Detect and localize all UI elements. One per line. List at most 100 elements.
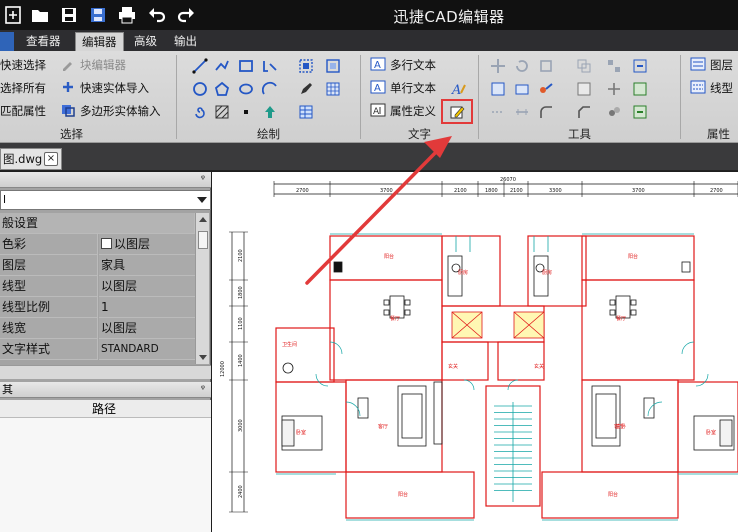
polygon-icon[interactable] (214, 81, 230, 97)
property-row-lineweight[interactable]: 线宽 以图层 (0, 318, 195, 339)
property-value[interactable]: 以图层 (99, 276, 195, 297)
ellipse-icon[interactable] (238, 81, 254, 97)
document-tab[interactable]: 图.dwg × (0, 148, 62, 170)
path-panel: 路径 (0, 400, 211, 532)
block-editor-button[interactable]: 块编辑器 (60, 56, 126, 74)
property-value[interactable]: 以图层 (99, 318, 195, 339)
property-vertical-scrollbar[interactable] (195, 213, 209, 364)
property-row-linetype-scale[interactable]: 线型比例 1 (0, 297, 195, 318)
room-label: 卫生间 (282, 341, 297, 348)
group-separator (360, 55, 361, 139)
polygon-entity-icon (62, 105, 75, 117)
erase-icon[interactable] (606, 104, 622, 120)
property-grid: 般设置 色彩 以图层 图层 家具 线型 以图层 线型比例 1 线宽 以图层 文字… (0, 213, 195, 360)
single-line-text-icon: A (370, 80, 386, 94)
circle-icon[interactable] (192, 81, 208, 97)
path-column-header[interactable]: 路径 (0, 400, 211, 418)
tab-output[interactable]: 输出 (168, 32, 203, 51)
rectangle-icon[interactable] (238, 58, 254, 74)
properties-group-label: 属性 (707, 127, 730, 141)
entity-type-select[interactable]: l (0, 190, 211, 210)
image-insert-icon[interactable] (262, 104, 278, 120)
scroll-up-icon[interactable] (199, 217, 207, 222)
tools-group-label: 工具 (568, 127, 591, 141)
single-line-text-button[interactable]: A 单行文本 (370, 79, 436, 97)
tab-advanced[interactable]: 高级 (128, 32, 163, 51)
pen-icon[interactable] (298, 81, 314, 97)
property-horizontal-scrollbar[interactable] (0, 365, 211, 379)
app-menu-button[interactable] (0, 32, 14, 51)
scroll-down-icon[interactable] (199, 355, 207, 360)
measure-icon[interactable] (514, 104, 530, 120)
copy-icon[interactable] (576, 58, 592, 74)
move-icon[interactable] (490, 58, 506, 74)
line-icon[interactable] (192, 58, 208, 74)
svg-text:A: A (373, 107, 380, 117)
floor-plan-drawing[interactable]: 26070 2700 3700 2100 1800 2100 3300 3700 2700 2… (212, 172, 738, 532)
tab-viewer[interactable]: 查看器 (20, 32, 67, 51)
layer-button[interactable]: 图层 (690, 56, 733, 74)
quick-select-button[interactable]: 快速选择 (0, 56, 46, 74)
point-icon[interactable] (238, 104, 254, 120)
property-row-color[interactable]: 色彩 以图层 (0, 234, 195, 255)
trim-icon[interactable] (538, 81, 554, 97)
dimension-ticks (229, 181, 738, 513)
polygon-entity-input-button[interactable]: 多边形实体输入 (60, 102, 161, 120)
close-icon[interactable]: × (44, 152, 58, 166)
room-label: 餐厅 (390, 315, 400, 322)
region-icon[interactable] (325, 58, 341, 74)
grid-icon[interactable] (325, 81, 341, 97)
properties-tool-icon[interactable] (632, 104, 648, 120)
left-dimension-label: 2400 (238, 485, 244, 498)
property-row-layer[interactable]: 图层 家具 (0, 255, 195, 276)
multiline-text-button[interactable]: A 多行文本 (370, 56, 436, 74)
explode-icon[interactable] (606, 81, 622, 97)
spline-icon[interactable] (262, 58, 278, 74)
pin-icon[interactable]: ᵠ (201, 172, 205, 187)
property-row-linetype[interactable]: 线型 以图层 (0, 276, 195, 297)
quick-entity-import-button[interactable]: 快速实体导入 (60, 79, 149, 97)
arc-icon[interactable] (262, 81, 278, 97)
linetype-button[interactable]: 线型 (690, 79, 733, 97)
property-value[interactable]: STANDARD (99, 339, 195, 360)
offset-icon[interactable] (490, 81, 506, 97)
attribute-definition-button[interactable]: A 属性定义 (370, 102, 436, 120)
hatch-icon[interactable] (214, 104, 230, 120)
fillet-icon[interactable] (538, 104, 554, 120)
property-section-general[interactable]: 般设置 (0, 213, 195, 234)
pin-icon[interactable]: ᵠ (201, 382, 205, 397)
select-all-button[interactable]: 选择所有 (0, 79, 46, 97)
match-properties-button[interactable]: 匹配属性 (0, 102, 46, 120)
mirror-icon[interactable] (606, 58, 622, 74)
text-style-icon[interactable]: A (451, 81, 467, 97)
property-value[interactable]: 1 (99, 297, 195, 318)
property-name: 线宽 (0, 318, 98, 339)
attribute-definition-icon: A (370, 103, 386, 117)
room-label: 餐厅 (616, 315, 626, 322)
property-row-text-style[interactable]: 文字样式 STANDARD (0, 339, 195, 360)
property-value[interactable]: 家具 (99, 255, 195, 276)
array-icon[interactable] (632, 58, 648, 74)
rotate-icon[interactable] (514, 58, 530, 74)
select-group-label: 选择 (60, 127, 83, 141)
stretch-icon[interactable] (514, 81, 530, 97)
walls (275, 235, 738, 519)
layer-icon (690, 57, 706, 71)
divide-icon[interactable] (490, 104, 506, 120)
room-label: 玄关 (534, 363, 544, 370)
chamfer-icon[interactable] (576, 104, 592, 120)
block-insert-icon[interactable] (298, 58, 314, 74)
scale-icon[interactable] (538, 58, 554, 74)
group-tool-icon[interactable] (632, 81, 648, 97)
join-icon[interactable] (576, 81, 592, 97)
spiral-icon[interactable] (192, 104, 208, 120)
polyline-icon[interactable] (214, 58, 230, 74)
property-value[interactable]: 以图层 (99, 234, 195, 255)
ribbon-panel: 快速选择 选择所有 匹配属性 块编辑器 快速实体导入 多边形实体输入 选择 绘制… (0, 51, 738, 143)
drawing-canvas[interactable]: 26070 2700 3700 2100 1800 2100 3300 3700 2700 2… (212, 172, 738, 532)
scrollbar-thumb[interactable] (198, 231, 208, 249)
tab-editor[interactable]: 编辑器 (75, 32, 124, 51)
table-icon[interactable] (298, 104, 314, 120)
door-swings (315, 341, 709, 417)
chevron-down-icon (197, 197, 207, 203)
